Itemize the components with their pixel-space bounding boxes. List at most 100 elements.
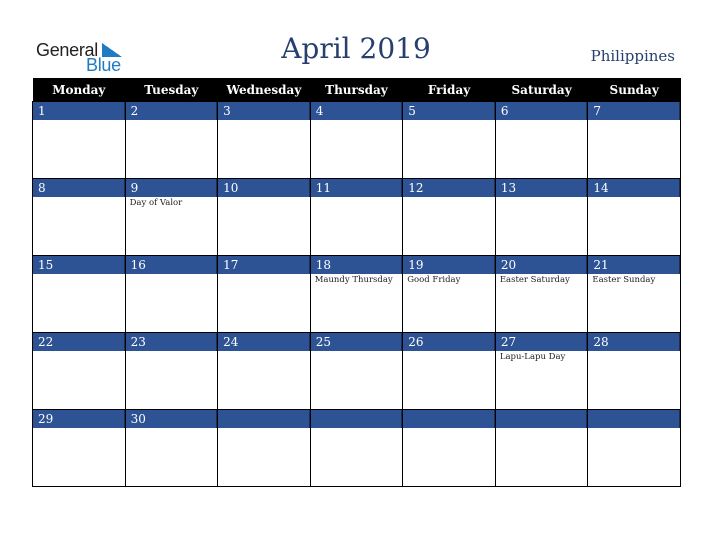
weekday-header: Thursday [310,78,403,102]
day-cell[interactable]: 1 [32,101,126,179]
holiday-label: Easter Sunday [592,275,656,285]
day-cell[interactable]: 20 Easter Saturday [494,255,589,333]
holiday-label [403,120,495,121]
country-label: Philippines [590,47,675,65]
day-cell[interactable]: 23 [124,332,219,410]
weekday-header-row: Monday Tuesday Wednesday Thursday Friday Satu… [32,78,681,102]
holiday-label [126,120,218,121]
day-cell[interactable]: 22 [32,332,126,410]
day-cell[interactable]: 10 [217,178,311,256]
holiday-label: Easter Saturday [499,275,570,285]
day-number: 30 [125,410,218,428]
day-number: 22 [33,333,125,351]
day-cell[interactable]: 16 [124,255,219,333]
day-cell[interactable] [402,409,496,487]
holiday-label [33,120,125,121]
day-cell[interactable]: 30 [124,409,219,487]
holiday-label [218,120,310,121]
day-cell[interactable]: 24 [217,332,311,410]
holiday-label [496,197,588,198]
day-number: 16 [125,256,218,274]
day-number: 9 [125,179,218,197]
day-cell[interactable]: 17 [217,255,311,333]
day-number: 28 [588,333,680,351]
holiday-label: Good Friday [407,275,461,285]
day-number: 1 [33,102,125,120]
day-cell[interactable]: 26 [402,332,496,410]
weekday-header: Tuesday [125,78,218,102]
holiday-label: Day of Valor [129,198,183,208]
day-cell[interactable]: 11 [309,178,404,256]
holiday-label [126,428,218,429]
week-row: 15 16 17 18 Maundy Thursday 19 Good Friday 20 Ea… [32,255,681,333]
day-cell[interactable]: 7 [587,101,681,179]
day-number: 29 [33,410,125,428]
holiday-label [403,197,495,198]
day-cell[interactable]: 14 [587,178,681,256]
day-cell[interactable]: 3 [217,101,311,179]
day-cell[interactable]: 13 [494,178,589,256]
day-cell[interactable]: 4 [309,101,404,179]
day-number: 27 [495,333,588,351]
holiday-label [588,428,680,429]
day-number [218,410,310,428]
calendar-grid: Monday Tuesday Wednesday Thursday Friday Satu… [32,78,681,487]
day-number: 24 [218,333,310,351]
holiday-label [33,197,125,198]
holiday-label [218,351,310,352]
day-cell[interactable]: 15 [32,255,126,333]
day-number: 15 [33,256,125,274]
day-number: 17 [218,256,310,274]
holiday-label [33,274,125,275]
week-row: 1234567 [32,101,681,179]
day-number: 11 [310,179,403,197]
holiday-label [311,351,403,352]
day-number [403,410,495,428]
day-number: 19 [403,256,495,274]
day-number: 5 [403,102,495,120]
holiday-label [496,428,588,429]
weekday-header: Monday [32,78,126,102]
holiday-label [33,351,125,352]
day-number: 23 [125,333,218,351]
day-number: 6 [495,102,588,120]
day-cell[interactable] [309,409,404,487]
holiday-label [588,197,680,198]
day-cell[interactable]: 28 [587,332,681,410]
holiday-label: Maundy Thursday [314,275,393,285]
day-cell[interactable]: 12 [402,178,496,256]
holiday-label [218,197,310,198]
day-number: 20 [495,256,588,274]
holiday-label [218,428,310,429]
day-cell[interactable]: 6 [494,101,589,179]
day-number [310,410,403,428]
day-cell[interactable]: 2 [124,101,219,179]
weekday-header: Sunday [587,78,681,102]
day-number: 18 [310,256,403,274]
day-number [588,410,680,428]
weekday-header: Wednesday [217,78,311,102]
day-cell[interactable] [587,409,681,487]
holiday-label [311,197,403,198]
holiday-label [496,120,588,121]
day-cell[interactable] [217,409,311,487]
day-cell[interactable]: 8 [32,178,126,256]
day-number [495,410,588,428]
day-cell[interactable]: 18 Maundy Thursday [309,255,404,333]
day-cell[interactable]: 25 [309,332,404,410]
day-cell[interactable]: 9 Day of Valor [124,178,219,256]
day-cell[interactable]: 21 Easter Sunday [587,255,681,333]
week-row: 29 30 [32,409,681,487]
weekday-header: Saturday [495,78,588,102]
day-cell[interactable]: 5 [402,101,496,179]
holiday-label: Lapu-Lapu Day [499,352,566,362]
day-cell[interactable]: 27 Lapu-Lapu Day [494,332,589,410]
day-cell[interactable]: 29 [32,409,126,487]
day-cell[interactable] [494,409,589,487]
weekday-header: Friday [402,78,496,102]
day-number: 13 [495,179,588,197]
day-cell[interactable]: 19 Good Friday [402,255,496,333]
day-number: 3 [218,102,310,120]
day-number: 26 [403,333,495,351]
week-row: 22 23 24 25 26 27 Lapu-Lapu Day 28 [32,332,681,410]
